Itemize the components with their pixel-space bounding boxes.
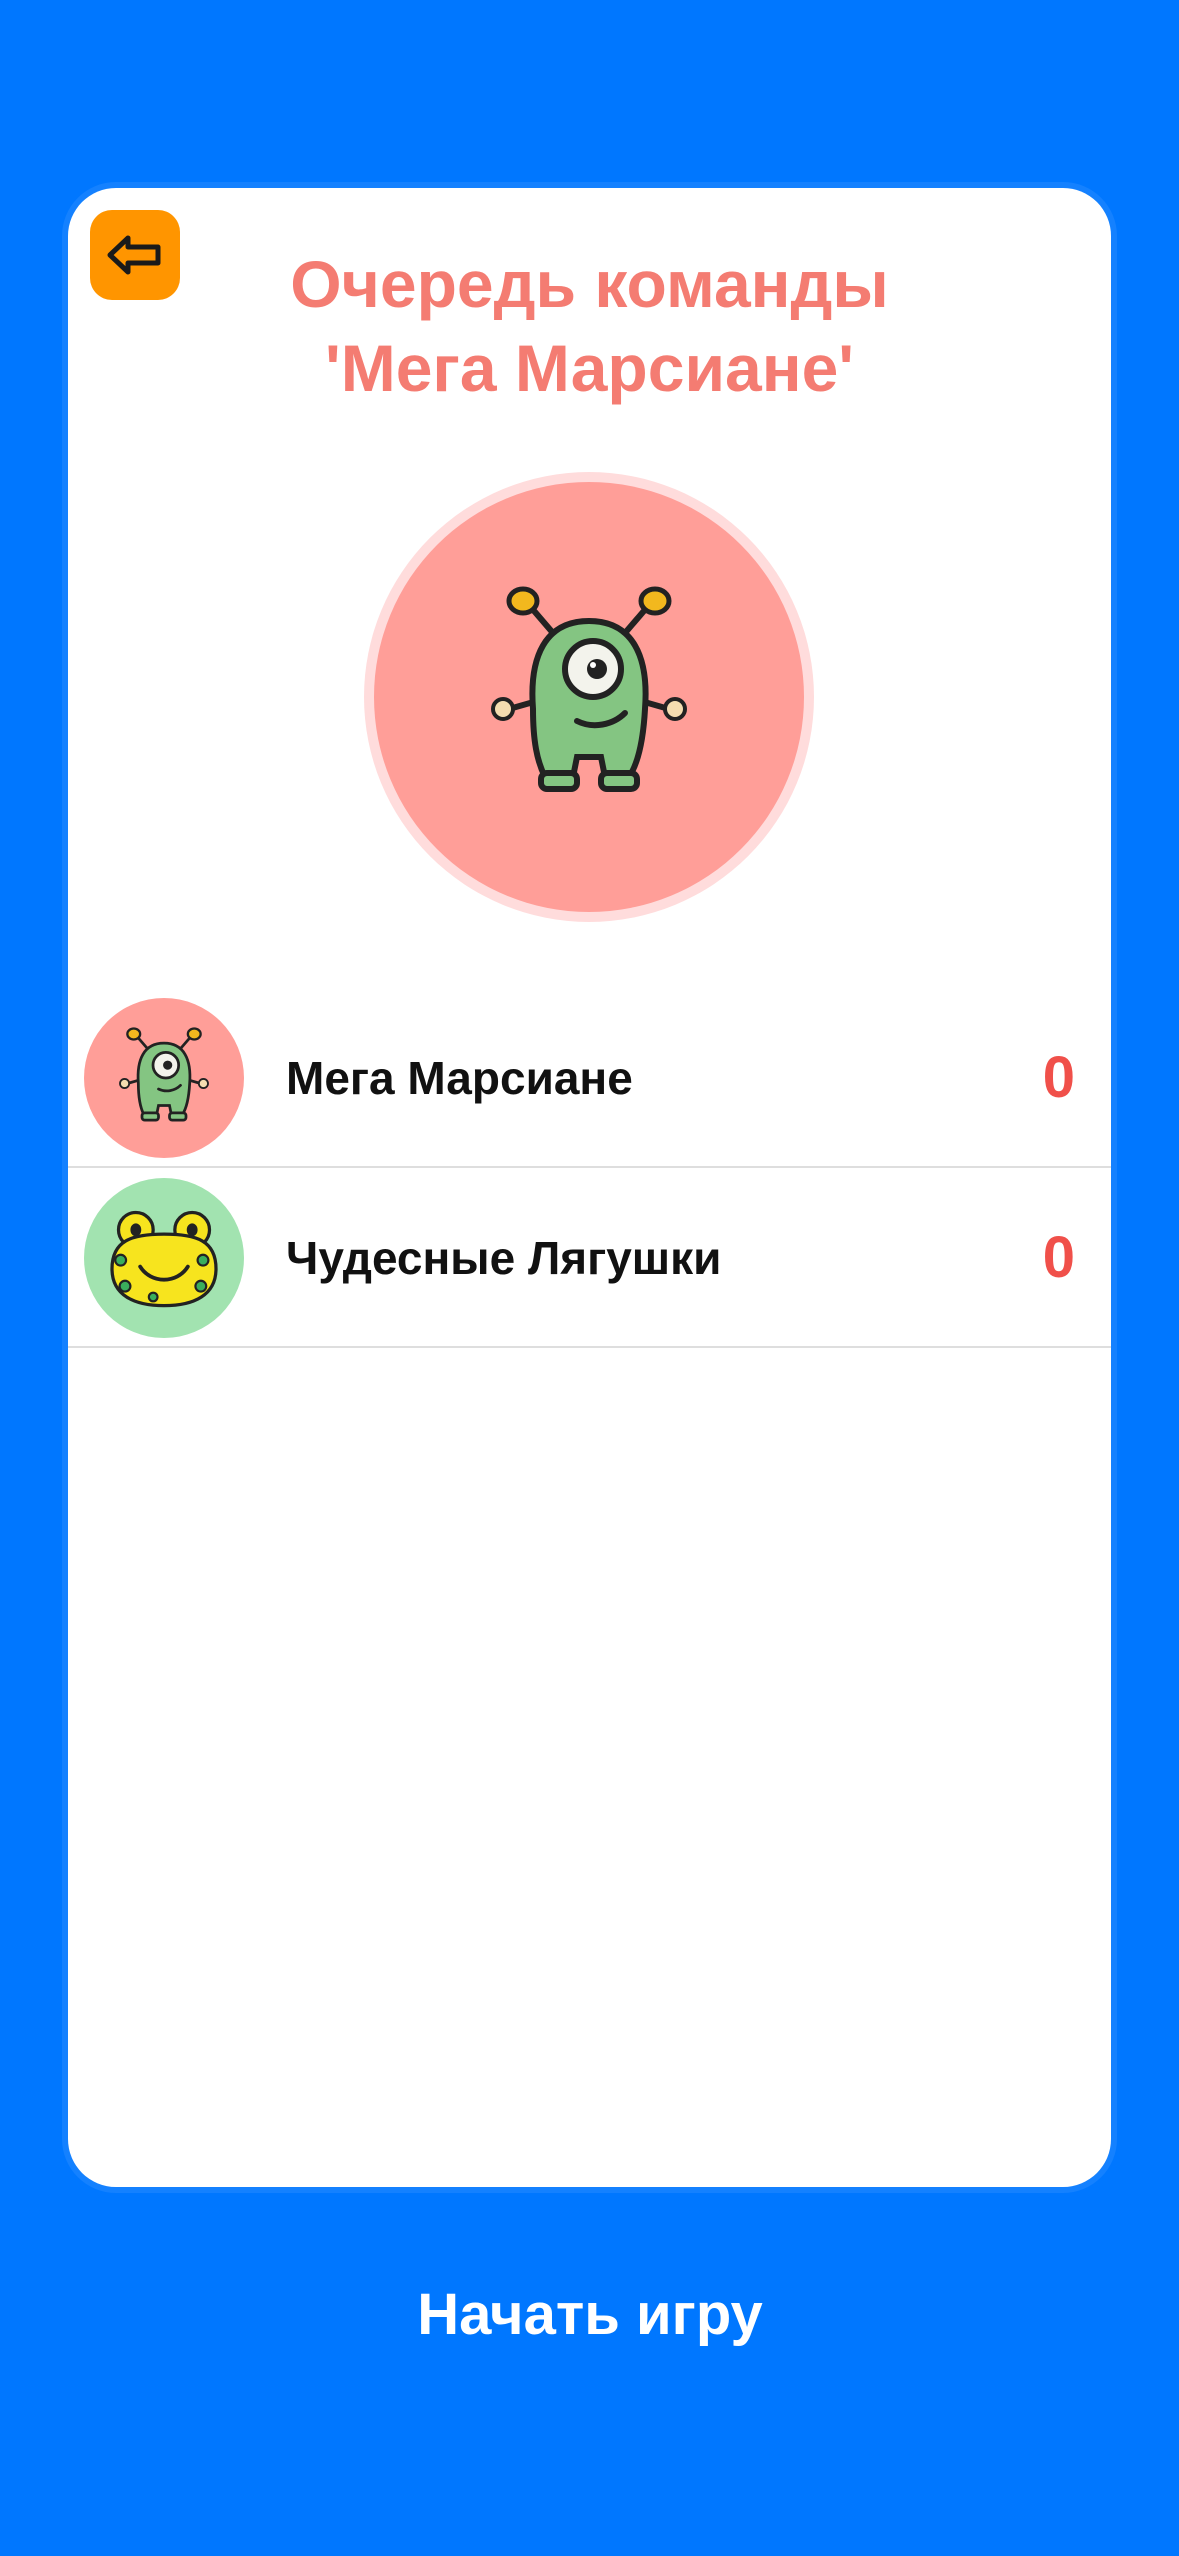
team-queue-card: Очередь команды 'Мега Марсиане' Мега Мар… [68,188,1111,2187]
page-title: Очередь команды 'Мега Марсиане' [68,242,1111,410]
team-row-wonderful-frogs[interactable]: Чудесные Лягушки 0 [68,1168,1111,1348]
team-score: 0 [1042,1045,1075,1110]
title-line-1: Очередь команды [290,247,889,321]
team-score: 0 [1042,1225,1075,1290]
start-game-button[interactable]: Начать игру [240,2250,940,2380]
current-team-avatar [364,472,814,922]
team-avatar [84,998,244,1158]
team-avatar [84,1178,244,1338]
green-alien-monster-icon [119,1027,209,1122]
team-name: Мега Марсиане [286,1052,633,1104]
team-row-mega-martians[interactable]: Мега Марсиане 0 [68,988,1111,1168]
title-line-2: 'Мега Марсиане' [325,331,854,405]
green-alien-monster-icon [491,586,687,792]
team-name: Чудесные Лягушки [286,1232,722,1284]
yellow-frog-icon [110,1210,218,1308]
